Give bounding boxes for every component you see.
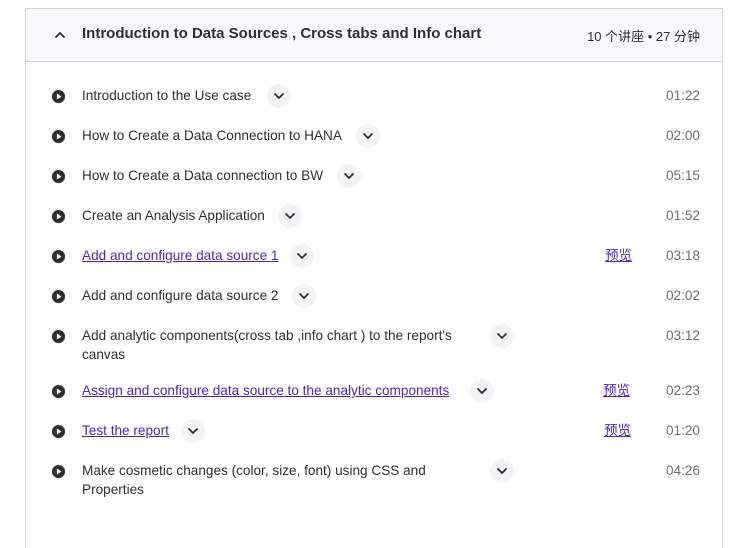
play-circle-icon [51,129,66,144]
expand-lecture-button[interactable] [292,284,316,308]
lecture-duration: 01:22 [665,88,700,103]
lecture-duration: 02:02 [665,288,700,303]
lecture-title-line1: Make cosmetic changes (color, size, font… [82,463,426,478]
play-circle-icon [51,384,66,399]
lecture-duration: 01:20 [665,423,700,438]
play-circle-icon [51,209,66,224]
lecture-title-link[interactable]: Assign and configure data source to the … [82,381,449,401]
lecture-duration: 02:23 [665,383,700,398]
chevron-up-icon[interactable] [53,28,67,42]
play-circle-icon [51,329,66,344]
preview-link[interactable]: 预览 [603,381,630,401]
lecture-duration: 01:52 [665,208,700,223]
chevron-down-icon [344,173,354,179]
course-section: Introduction to Data Sources , Cross tab… [25,8,723,548]
preview-link[interactable]: 预览 [604,421,631,441]
chevron-down-icon [297,253,307,259]
play-circle-icon [51,89,66,104]
chevron-down-icon [497,468,507,474]
expand-lecture-button[interactable] [278,204,302,228]
lecture-title: Create an Analysis Application [82,208,265,223]
lecture-item: Test the report 预览 01:20 [26,419,722,461]
lecture-title: How to Create a Data connection to BW [82,168,324,183]
lecture-title-line2: canvas [82,347,126,362]
lecture-item: Add and configure data source 1 预览 03:18 [26,244,722,286]
expand-lecture-button[interactable] [290,244,314,268]
lecture-duration: 03:12 [665,328,700,343]
lecture-title-link[interactable]: Add and configure data source 1 [82,246,279,266]
lecture-title: How to Create a Data Connection to HANA [82,128,342,143]
lecture-item: Make cosmetic changes (color, size, font… [26,459,722,513]
expand-lecture-button[interactable] [490,459,514,483]
expand-lecture-button[interactable] [337,164,361,188]
chevron-down-icon [363,133,373,139]
lecture-duration: 03:18 [665,248,700,263]
lecture-duration: 04:26 [665,463,700,478]
play-circle-icon [51,169,66,184]
chevron-down-icon [188,428,198,434]
lecture-title-link[interactable]: Test the report [82,421,169,441]
lecture-item: Assign and configure data source to the … [26,379,722,421]
lecture-title: Add and configure data source 2 [82,288,279,303]
lecture-item: Create an Analysis Application 01:52 [26,204,722,246]
expand-lecture-button[interactable] [490,324,514,348]
chevron-down-icon [274,93,284,99]
play-circle-icon [51,424,66,439]
chevron-down-icon [299,293,309,299]
lecture-item: Add and configure data source 2 02:02 [26,284,722,326]
expand-lecture-button[interactable] [267,84,291,108]
lecture-duration: 05:15 [665,168,700,183]
play-circle-icon [51,249,66,264]
expand-lecture-button[interactable] [181,419,205,443]
chevron-down-icon [497,333,507,339]
section-header[interactable]: Introduction to Data Sources , Cross tab… [26,9,722,62]
lecture-duration: 02:00 [665,128,700,143]
chevron-down-icon [285,213,295,219]
play-circle-icon [51,464,66,479]
play-circle-icon [51,289,66,304]
lecture-item: Introduction to the Use case 01:22 [26,84,722,126]
lecture-item: How to Create a Data connection to BW 05… [26,164,722,206]
preview-link[interactable]: 预览 [605,246,632,266]
section-meta: 10 个讲座 • 27 分钟 [587,29,700,44]
lecture-title-line1: Add analytic components(cross tab ,info … [82,328,452,343]
lecture-title-line2: Properties [82,482,144,497]
lecture-title: Introduction to the Use case [82,88,252,103]
lecture-item: How to Create a Data Connection to HANA … [26,124,722,166]
lecture-item: Add analytic components(cross tab ,info … [26,324,722,378]
expand-lecture-button[interactable] [356,124,380,148]
expand-lecture-button[interactable] [470,379,494,403]
chevron-down-icon [477,388,487,394]
section-title: Introduction to Data Sources , Cross tab… [82,25,482,42]
